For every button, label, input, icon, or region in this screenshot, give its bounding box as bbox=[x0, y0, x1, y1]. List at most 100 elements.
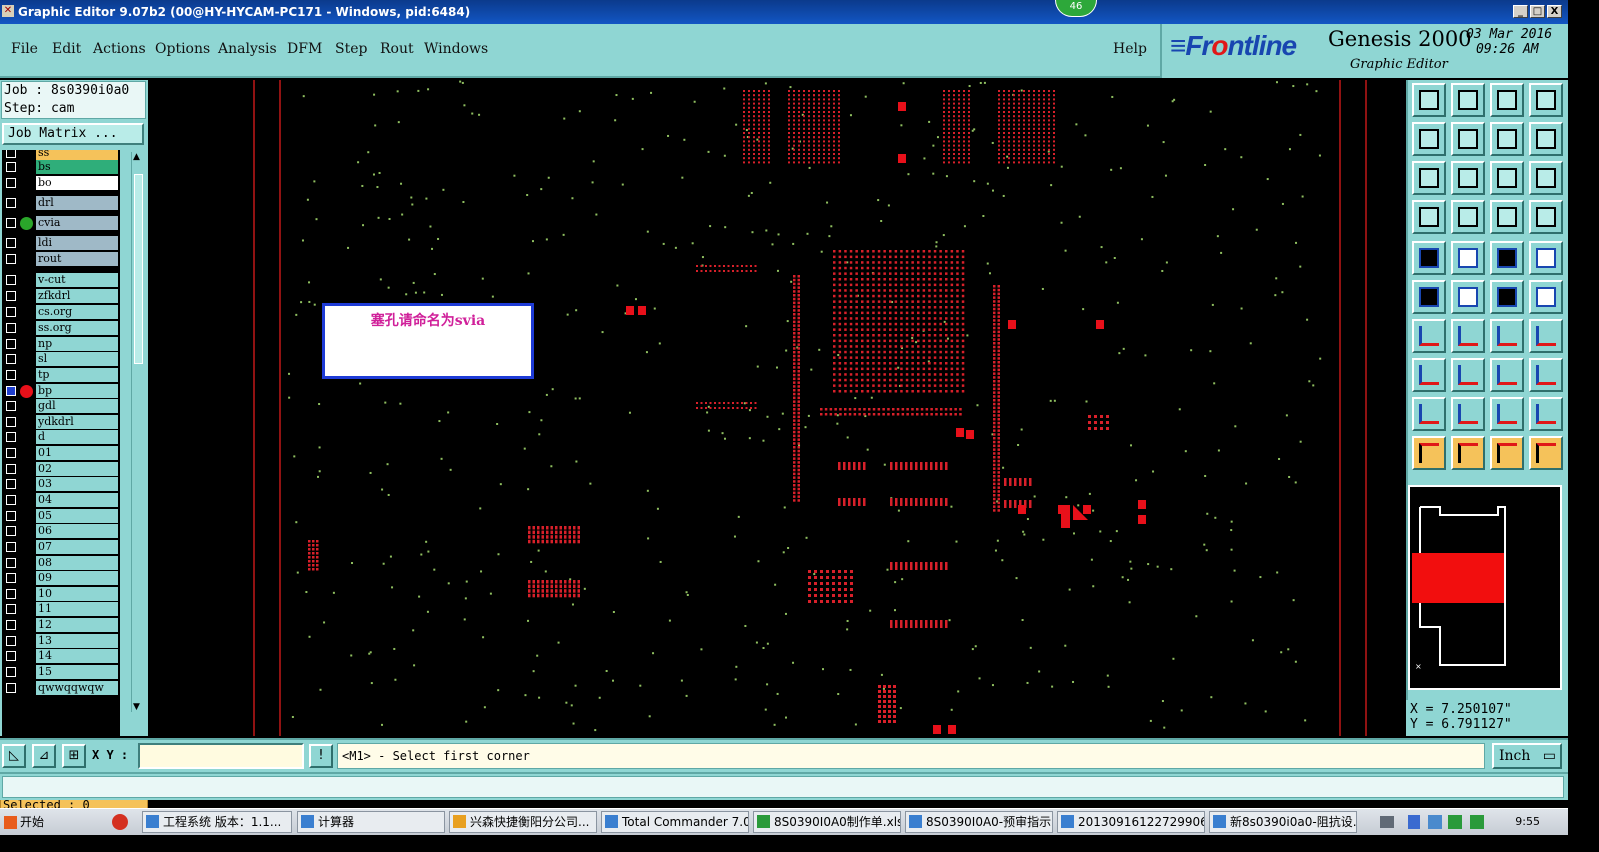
layer-row-bs[interactable]: bs bbox=[2, 160, 120, 174]
layer-row-11[interactable]: 11 bbox=[2, 602, 120, 616]
layer-color-swatch[interactable] bbox=[20, 603, 33, 616]
layer-row-05[interactable]: 05 bbox=[2, 509, 120, 523]
minimize-button[interactable]: _ bbox=[1513, 5, 1528, 18]
grid-icon[interactable]: ⊞ bbox=[62, 744, 86, 768]
layer-name[interactable]: 10 bbox=[36, 587, 118, 601]
layer-color-swatch[interactable] bbox=[20, 447, 33, 460]
layer-name[interactable]: 06 bbox=[36, 524, 118, 538]
layer-color-swatch[interactable] bbox=[20, 338, 33, 351]
connect-icon[interactable] bbox=[1412, 280, 1446, 314]
layer-name[interactable]: 05 bbox=[36, 509, 118, 523]
layer-row-06[interactable]: 06 bbox=[2, 524, 120, 538]
layer-row-15[interactable]: 15 bbox=[2, 665, 120, 679]
layer-checkbox[interactable] bbox=[6, 339, 16, 349]
layer-color-swatch[interactable] bbox=[20, 274, 33, 287]
layer-row-03[interactable]: 03 bbox=[2, 477, 120, 491]
scroll-down-icon[interactable]: ▼ bbox=[133, 702, 140, 712]
layer-name[interactable]: ldi bbox=[36, 236, 118, 250]
layer-row-08[interactable]: 08 bbox=[2, 556, 120, 570]
layer-name[interactable]: tp bbox=[36, 368, 118, 382]
tri-a-icon[interactable] bbox=[1451, 397, 1485, 431]
layer-checkbox[interactable] bbox=[6, 479, 16, 489]
layer-checkbox[interactable] bbox=[6, 254, 16, 264]
measure-icon[interactable]: ⊿ bbox=[32, 744, 56, 768]
pointer-move-icon[interactable] bbox=[1529, 436, 1563, 470]
layer-row-cs.org[interactable]: cs.org bbox=[2, 305, 120, 319]
slash-icon[interactable] bbox=[1451, 319, 1485, 353]
mirror-icon[interactable] bbox=[1529, 319, 1563, 353]
layer-color-swatch[interactable] bbox=[20, 494, 33, 507]
layer-name[interactable]: 11 bbox=[36, 602, 118, 616]
layer-name[interactable]: ss bbox=[36, 150, 118, 160]
layer-checkbox[interactable] bbox=[6, 604, 16, 614]
layer-checkbox[interactable] bbox=[6, 238, 16, 248]
layer-row-gdl[interactable]: gdl bbox=[2, 399, 120, 413]
scroll-up-icon[interactable]: ▲ bbox=[133, 152, 140, 162]
layer-row-ldi[interactable]: ldi bbox=[2, 236, 120, 250]
layer-color-swatch[interactable] bbox=[20, 525, 33, 538]
select-pad-icon[interactable] bbox=[1412, 241, 1446, 275]
bluetooth-tray-icon[interactable] bbox=[1408, 815, 1420, 829]
layer-checkbox[interactable] bbox=[6, 448, 16, 458]
layer-row-ydkdrl[interactable]: ydkdrl bbox=[2, 415, 120, 429]
layer-checkbox[interactable] bbox=[6, 386, 16, 396]
menu-windows[interactable]: Windows bbox=[424, 41, 488, 57]
layer-name[interactable]: sl bbox=[36, 352, 118, 366]
layer-row-sl[interactable]: sl bbox=[2, 352, 120, 366]
layer-name[interactable]: 12 bbox=[36, 618, 118, 632]
layer-row-bp[interactable]: bp bbox=[2, 384, 120, 398]
layer-name[interactable]: cs.org bbox=[36, 305, 118, 319]
layer-checkbox[interactable] bbox=[6, 178, 16, 188]
nudge-icon[interactable] bbox=[1529, 358, 1563, 392]
layer-checkbox[interactable] bbox=[6, 511, 16, 521]
layer-color-swatch[interactable] bbox=[20, 400, 33, 413]
layer-scrollbar[interactable]: ▲ ▼ bbox=[131, 152, 145, 712]
layer-name[interactable]: 14 bbox=[36, 649, 118, 663]
layer-row-drl[interactable]: drl bbox=[2, 196, 120, 210]
layer-checkbox[interactable] bbox=[6, 573, 16, 583]
menu-dfm[interactable]: DFM bbox=[287, 41, 322, 57]
menu-help[interactable]: Help bbox=[1113, 41, 1147, 57]
layer-name[interactable]: cvia bbox=[36, 216, 118, 230]
layer-checkbox[interactable] bbox=[6, 291, 16, 301]
layer-color-swatch[interactable] bbox=[20, 510, 33, 523]
menu-options[interactable]: Options bbox=[155, 41, 210, 57]
menu-file[interactable]: File bbox=[11, 41, 38, 57]
layer-row-02[interactable]: 02 bbox=[2, 462, 120, 476]
layer-checkbox[interactable] bbox=[6, 542, 16, 552]
layer-row-bo[interactable]: bo bbox=[2, 176, 120, 190]
layer-row-01[interactable]: 01 bbox=[2, 446, 120, 460]
tri-icon[interactable] bbox=[1412, 397, 1446, 431]
layer-color-swatch[interactable] bbox=[20, 322, 33, 335]
pointer-sel-icon[interactable] bbox=[1451, 436, 1485, 470]
layer-checkbox[interactable] bbox=[6, 495, 16, 505]
minus-icon[interactable] bbox=[1451, 358, 1485, 392]
layer-row-ss.org[interactable]: ss.org bbox=[2, 321, 120, 335]
layer-name[interactable]: 09 bbox=[36, 571, 118, 585]
layer-color-swatch[interactable] bbox=[20, 416, 33, 429]
layer-row-09[interactable]: 09 bbox=[2, 571, 120, 585]
taskbar-item-2[interactable]: 计算器 bbox=[297, 811, 445, 833]
tri-b-icon[interactable] bbox=[1490, 397, 1524, 431]
board-preview[interactable]: × bbox=[1408, 485, 1562, 690]
zoom-home-icon[interactable] bbox=[1412, 83, 1446, 117]
layer-row-13[interactable]: 13 bbox=[2, 634, 120, 648]
menu-analysis[interactable]: Analysis bbox=[218, 41, 277, 57]
layer-color-swatch[interactable] bbox=[20, 177, 33, 190]
layer-color-swatch[interactable] bbox=[20, 478, 33, 491]
layer-name[interactable]: bp bbox=[36, 384, 118, 398]
layer-color-swatch[interactable] bbox=[20, 431, 33, 444]
layer-name[interactable]: zfkdrl bbox=[36, 289, 118, 303]
help-icon[interactable] bbox=[1529, 161, 1563, 195]
layer-checkbox[interactable] bbox=[6, 558, 16, 568]
layer-row-ss[interactable]: ss bbox=[2, 150, 120, 160]
xy-input[interactable] bbox=[138, 743, 304, 769]
zoom-back-icon[interactable] bbox=[1451, 83, 1485, 117]
fit-all-icon[interactable] bbox=[1412, 161, 1446, 195]
layer-color-swatch[interactable] bbox=[20, 161, 33, 174]
layer-color-swatch[interactable] bbox=[20, 217, 33, 230]
circle-icon[interactable] bbox=[1529, 241, 1563, 275]
layer-checkbox[interactable] bbox=[6, 218, 16, 228]
menu-rout[interactable]: Rout bbox=[380, 41, 414, 57]
pointer-icon[interactable] bbox=[1412, 436, 1446, 470]
